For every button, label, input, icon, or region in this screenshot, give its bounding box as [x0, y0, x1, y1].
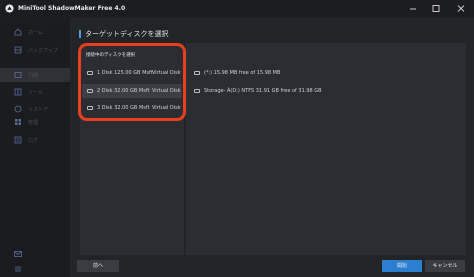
partition-row-2[interactable]: Storage- À(D:) NTFS 31.91 GB free of 31.… — [190, 84, 460, 98]
sidebar-item-label: 同期 — [28, 73, 39, 79]
partition-info: Storage- À(D:) NTFS 31.91 GB free of 31.… — [204, 88, 322, 94]
mail-icon[interactable] — [14, 250, 22, 258]
sidebar: ホーム バックアップ 同期 ツール リストア 管理 ログ — [0, 18, 70, 277]
back-button[interactable]: 前へ — [77, 260, 119, 272]
cancel-button[interactable]: キャンセル — [425, 260, 465, 272]
backup-icon — [14, 46, 22, 54]
partition-icon — [194, 89, 200, 93]
partition-icon — [194, 71, 200, 75]
app-logo-icon — [5, 4, 14, 13]
page-title: ターゲットディスクを選択 — [85, 30, 169, 38]
sidebar-item-backup[interactable]: バックアップ — [0, 43, 70, 57]
sidebar-item-label: ログ — [28, 138, 39, 144]
manage-icon — [15, 119, 21, 125]
maximize-button[interactable] — [430, 3, 442, 14]
title-bar: MiniTool ShadowMaker Free 4.0 — [0, 0, 474, 18]
partition-info: (*:) 15.98 MB free of 15.98 MB — [204, 70, 281, 76]
partition-row-1[interactable]: (*:) 15.98 MB free of 15.98 MB — [190, 66, 460, 80]
app-title: MiniTool ShadowMaker Free 4.0 — [18, 5, 126, 12]
sidebar-item-log[interactable]: ログ — [0, 133, 70, 147]
sidebar-item-sync[interactable]: 同期 — [0, 68, 70, 82]
log-icon — [14, 136, 22, 144]
tools-icon — [14, 88, 22, 96]
minimize-icon — [410, 8, 416, 10]
close-icon — [457, 5, 465, 12]
sidebar-item-tools[interactable]: ツール — [0, 85, 70, 99]
sidebar-item-label: ホーム — [28, 30, 43, 36]
highlight-annotation — [78, 43, 186, 121]
sidebar-item-label: 管理 — [28, 120, 39, 126]
sync-icon — [14, 72, 22, 78]
header-accent-bar — [79, 30, 81, 38]
maximize-icon — [432, 5, 440, 12]
restore-icon — [14, 105, 22, 113]
sidebar-item-restore[interactable]: リストア — [0, 102, 70, 116]
home-icon — [14, 28, 22, 36]
sidebar-item-label: バックアップ — [28, 48, 59, 54]
sidebar-item-home[interactable]: ホーム — [0, 25, 70, 39]
close-button[interactable] — [455, 3, 467, 14]
menu-icon[interactable] — [14, 265, 22, 273]
start-button[interactable]: 開始 — [382, 260, 422, 272]
sidebar-item-label: リストア — [28, 107, 49, 113]
sidebar-item-label: ツール — [28, 90, 44, 96]
sidebar-item-manage[interactable]: 管理 — [0, 115, 70, 129]
minimize-button[interactable] — [407, 3, 419, 14]
